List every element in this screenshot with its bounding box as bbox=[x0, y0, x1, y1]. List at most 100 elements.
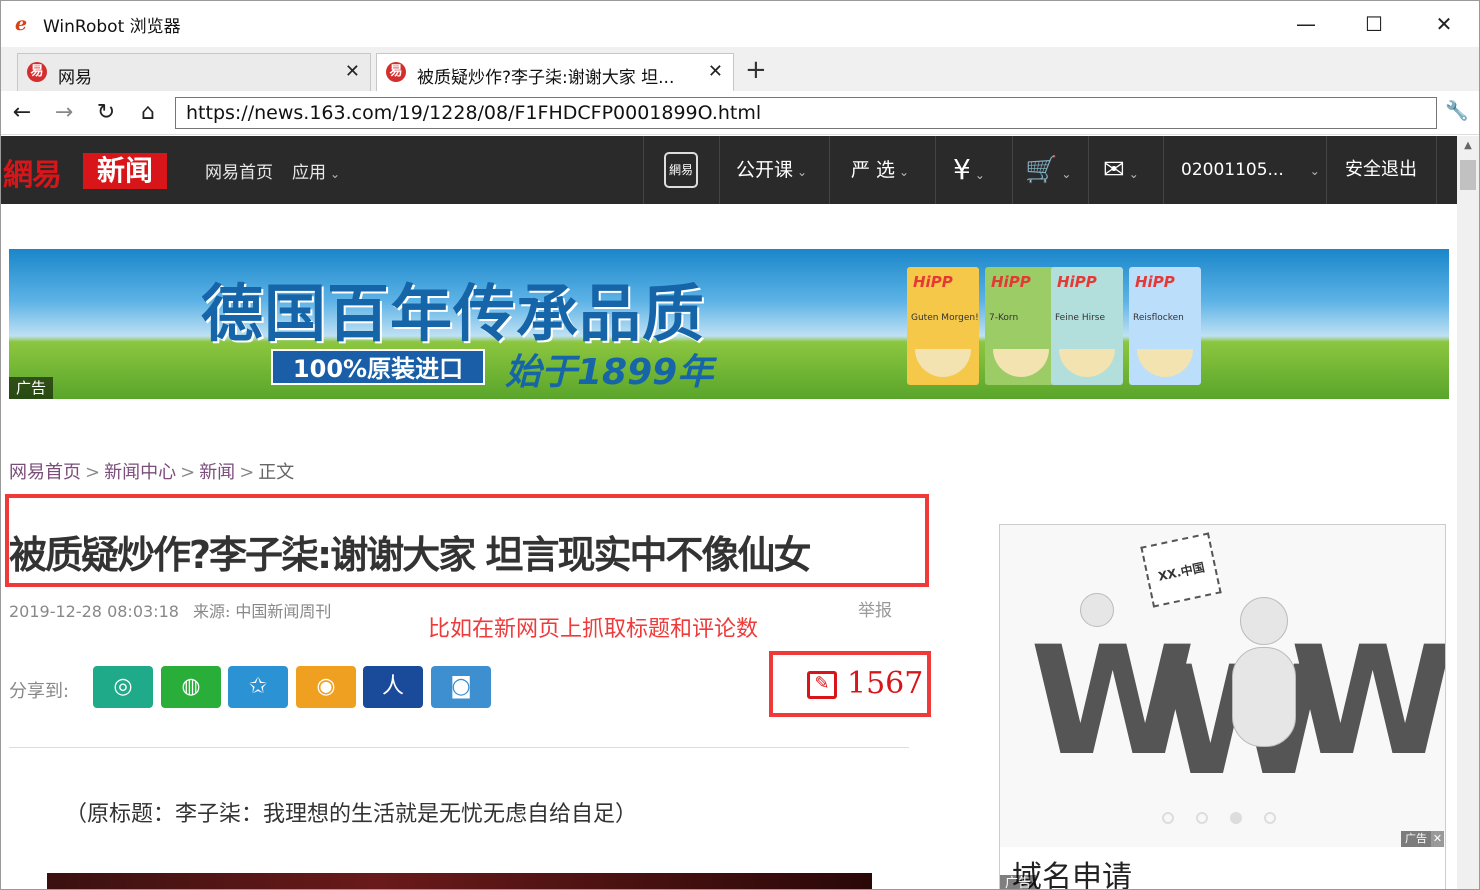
product-brand: HiPP bbox=[991, 273, 1031, 291]
article-meta: 2019-12-28 08:03:18 来源: 中国新闻周刊 bbox=[9, 598, 331, 622]
nav-divider bbox=[1088, 136, 1089, 204]
share-qq-button[interactable]: ◎ bbox=[93, 666, 153, 708]
nav-apps-label: 应用 bbox=[292, 163, 326, 183]
tab-label: 网易 bbox=[58, 68, 92, 88]
breadcrumb-separator: > bbox=[239, 462, 255, 483]
comment-count: 1567 bbox=[847, 666, 924, 701]
nav-divider bbox=[643, 136, 644, 204]
carousel-dots[interactable] bbox=[1162, 809, 1298, 828]
forward-icon[interactable]: → bbox=[49, 98, 79, 128]
nav-yanxuan[interactable]: 严 选 ⌄ bbox=[851, 136, 909, 204]
article-lead: （原标题：李子柒：我理想的生活就是无忧无虑自给自足） bbox=[65, 802, 638, 827]
article-title: 被质疑炒作?李子柒:谢谢大家 坦言现实中不像仙女 bbox=[9, 533, 811, 577]
nav-account[interactable]: 02001105... ⌄ bbox=[1181, 136, 1320, 204]
yixin-icon: ◙ bbox=[450, 674, 472, 699]
tab-netease[interactable]: 易 网易 ✕ bbox=[17, 53, 371, 91]
banner-headline: 德国百年传承品质 bbox=[201, 277, 706, 350]
reload-icon[interactable]: ↻ bbox=[91, 98, 121, 128]
carousel-dot[interactable] bbox=[1264, 812, 1276, 824]
tab-close-icon[interactable]: ✕ bbox=[708, 61, 723, 82]
sidebar-ad-image: W W W XX.中国 广告 ✕ bbox=[1000, 525, 1445, 847]
bowl-icon bbox=[1137, 349, 1193, 377]
scroll-up-icon[interactable]: ▲ bbox=[1457, 140, 1479, 151]
wechat-icon: ◍ bbox=[181, 674, 201, 699]
carousel-dot[interactable] bbox=[1162, 812, 1174, 824]
nav-divider bbox=[1326, 136, 1327, 204]
www-graphic: W bbox=[1290, 615, 1445, 789]
maximize-icon[interactable]: ☐ bbox=[1351, 7, 1397, 41]
nav-divider bbox=[935, 136, 936, 204]
product-brand: HiPP bbox=[913, 273, 953, 291]
chevron-down-icon: ⌄ bbox=[1309, 164, 1320, 178]
bowl-icon bbox=[915, 349, 971, 377]
mobile-app-icon[interactable]: 網易 bbox=[664, 152, 698, 188]
news-logo[interactable]: 新闻 bbox=[83, 153, 167, 189]
banner-badge: 100%原装进口 bbox=[271, 349, 485, 385]
nav-apps-link[interactable]: 应用 ⌄ bbox=[292, 158, 340, 183]
close-window-icon[interactable]: ✕ bbox=[1421, 7, 1467, 41]
carousel-dot[interactable] bbox=[1196, 812, 1208, 824]
close-ad-icon[interactable]: ✕ bbox=[1431, 831, 1444, 847]
comment-count-box[interactable]: ✎ 1567 bbox=[769, 651, 931, 717]
sidebar-ad[interactable]: W W W XX.中国 广告 ✕ 域名申请 广告 bbox=[999, 524, 1446, 889]
product-brand: HiPP bbox=[1135, 273, 1175, 291]
article-photo bbox=[47, 873, 872, 889]
back-icon[interactable]: ← bbox=[7, 98, 37, 128]
sidebar-ad-tag: 广告 bbox=[1401, 831, 1431, 847]
mail-icon[interactable]: ✉ ⌄ bbox=[1103, 152, 1139, 192]
divider bbox=[9, 747, 909, 748]
netease-logo[interactable]: 網易 bbox=[3, 150, 62, 194]
navigation-bar: ← → ↻ ⌂ 🔧 bbox=[1, 91, 1479, 135]
product-brand: HiPP bbox=[1057, 273, 1097, 291]
share-label: 分享到: bbox=[9, 681, 70, 702]
figure-body bbox=[1232, 647, 1296, 747]
cart-icon[interactable]: 🛒 ⌄ bbox=[1025, 152, 1071, 192]
netease-favicon-icon: 易 bbox=[27, 62, 47, 82]
chevron-down-icon: ⌄ bbox=[899, 165, 910, 179]
nav-divider bbox=[1012, 136, 1013, 204]
article-source[interactable]: 来源: 中国新闻周刊 bbox=[193, 602, 331, 621]
nav-home-link[interactable]: 网易首页 bbox=[205, 158, 273, 183]
new-tab-icon[interactable]: + bbox=[745, 55, 767, 85]
bowl-icon bbox=[1059, 349, 1115, 377]
page-scrollbar[interactable]: ▲ bbox=[1457, 136, 1479, 889]
chevron-down-icon: ⌄ bbox=[1061, 167, 1072, 181]
share-qzone-button[interactable]: ✩ bbox=[228, 666, 288, 708]
scroll-thumb[interactable] bbox=[1460, 160, 1476, 190]
breadcrumb-news[interactable]: 新闻 bbox=[199, 462, 235, 483]
breadcrumb-home[interactable]: 网易首页 bbox=[9, 462, 81, 483]
carousel-dot-active[interactable] bbox=[1230, 812, 1242, 824]
breadcrumb-news-center[interactable]: 新闻中心 bbox=[104, 462, 176, 483]
product-box: HiPP Guten Morgen! bbox=[907, 267, 979, 385]
share-wechat-button[interactable]: ◍ bbox=[161, 666, 221, 708]
tab-close-icon[interactable]: ✕ bbox=[345, 61, 360, 82]
share-yixin-button[interactable]: ◙ bbox=[431, 666, 491, 708]
home-icon[interactable]: ⌂ bbox=[133, 98, 163, 128]
banner-ad[interactable]: 德国百年传承品质 100%原装进口 始于1899年 HiPP Guten Mor… bbox=[9, 249, 1449, 399]
share-renren-button[interactable]: 人 bbox=[363, 666, 423, 708]
sidebar-mini-tag: 广告 bbox=[1000, 875, 1036, 889]
figure-head bbox=[1080, 593, 1114, 627]
figure-head bbox=[1240, 597, 1288, 645]
annotation-text: 比如在新网页上抓取标题和评论数 bbox=[428, 617, 759, 642]
domain-sign: XX.中国 bbox=[1140, 532, 1222, 608]
logout-link[interactable]: 安全退出 bbox=[1345, 136, 1417, 204]
share-weibo-button[interactable]: ◉ bbox=[296, 666, 356, 708]
product-name: Reisflocken bbox=[1133, 313, 1184, 323]
weibo-icon: ◉ bbox=[316, 674, 336, 699]
address-input[interactable] bbox=[175, 97, 1437, 129]
wrench-icon[interactable]: 🔧 bbox=[1445, 99, 1469, 122]
minimize-icon[interactable]: — bbox=[1283, 7, 1329, 41]
renren-icon: 人 bbox=[381, 674, 404, 699]
tab-article[interactable]: 易 被质疑炒作?李子柒:谢谢大家 坦... ✕ bbox=[376, 53, 734, 91]
report-link[interactable]: 举报 bbox=[858, 596, 892, 621]
chevron-down-icon: ⌄ bbox=[797, 165, 808, 179]
product-box: HiPP 7-Korn bbox=[985, 267, 1057, 385]
title-bar: e WinRobot 浏览器 — ☐ ✕ bbox=[1, 1, 1479, 47]
window-title: WinRobot 浏览器 bbox=[43, 17, 181, 37]
chevron-down-icon: ⌄ bbox=[1128, 167, 1139, 181]
chevron-down-icon: ⌄ bbox=[330, 167, 341, 181]
nav-open-course[interactable]: 公开课 ⌄ bbox=[736, 136, 807, 204]
yanxuan-label: 严 选 bbox=[851, 159, 896, 181]
yuan-icon[interactable]: ¥ ⌄ bbox=[953, 152, 985, 193]
